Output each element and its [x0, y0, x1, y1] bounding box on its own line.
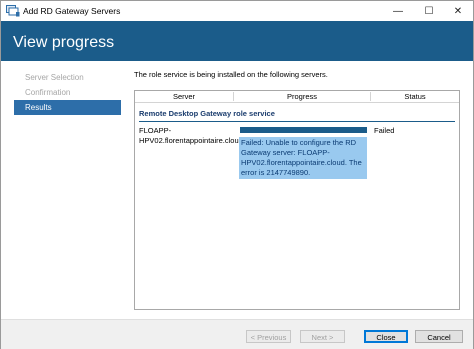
- close-window-button[interactable]: ✕: [443, 1, 473, 21]
- maximize-button[interactable]: ☐: [414, 1, 444, 21]
- progress-bar: [240, 127, 367, 133]
- nav-item-confirmation: Confirmation: [25, 88, 71, 97]
- page-title: View progress: [13, 34, 115, 51]
- title-bar: Add RD Gateway Servers — ☐ ✕: [1, 1, 473, 21]
- cancel-button[interactable]: Cancel: [415, 330, 463, 343]
- server-name: FLOAPP-HPV02.florentappointaire.cloud: [139, 126, 243, 145]
- minimize-icon: —: [393, 5, 403, 17]
- progress-table: Server Progress Status Remote Desktop Ga…: [134, 90, 460, 310]
- next-button[interactable]: Next >: [300, 330, 345, 343]
- wizard-footer: < Previous Next > Close Cancel: [1, 319, 473, 349]
- window-title: Add RD Gateway Servers: [23, 6, 121, 16]
- close-button[interactable]: Close: [364, 330, 408, 343]
- wizard-window: Add RD Gateway Servers — ☐ ✕ View progre…: [0, 0, 474, 349]
- wizard-header: View progress: [1, 21, 473, 61]
- previous-button[interactable]: < Previous: [246, 330, 291, 343]
- nav-item-results[interactable]: Results: [14, 100, 121, 115]
- table-header: Server Progress Status: [135, 91, 459, 103]
- group-divider: [139, 121, 455, 122]
- wizard-nav: Server Selection Confirmation Results: [14, 70, 121, 115]
- close-icon: ✕: [453, 5, 463, 17]
- intro-text: The role service is being installed on t…: [134, 70, 328, 79]
- rd-gateway-app-icon: [6, 5, 20, 17]
- maximize-icon: ☐: [424, 5, 434, 17]
- progress-fill: [240, 127, 367, 133]
- column-header-server[interactable]: Server: [135, 91, 233, 102]
- status-text: Failed: [374, 126, 395, 135]
- nav-item-server-selection: Server Selection: [25, 73, 84, 82]
- error-message[interactable]: Failed: Unable to configure the RD Gatew…: [239, 137, 367, 179]
- minimize-button[interactable]: —: [383, 1, 413, 21]
- column-header-progress[interactable]: Progress: [234, 91, 370, 102]
- group-title: Remote Desktop Gateway role service: [139, 109, 275, 118]
- column-header-status[interactable]: Status: [371, 91, 459, 102]
